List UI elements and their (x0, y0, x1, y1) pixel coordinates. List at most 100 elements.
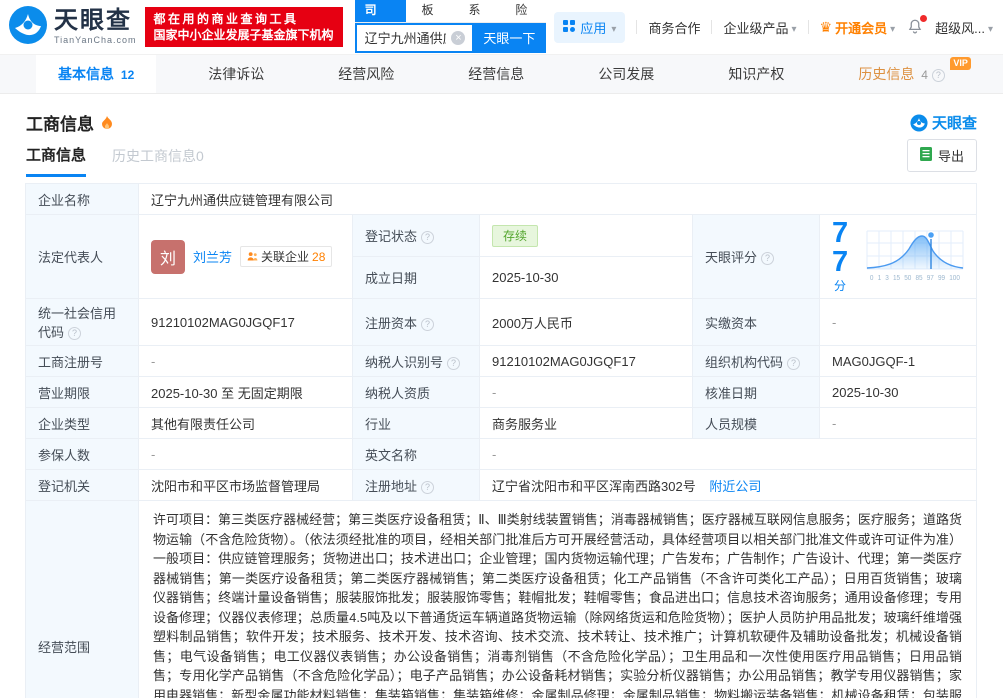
tab-intellectual-property[interactable]: 知识产权 (706, 55, 806, 93)
help-icon[interactable] (421, 480, 435, 494)
hot-flame-icon (101, 115, 113, 130)
search-tab-risk[interactable]: 查风险 (515, 0, 546, 22)
help-icon[interactable] (447, 356, 461, 370)
search-tab-boss[interactable]: 查老板 (422, 0, 453, 22)
table-row: 统一社会信用代码 91210102MAG0JGQF17 注册资本 2000万人民… (25, 298, 977, 346)
tab-count: 12 (120, 68, 135, 82)
export-button[interactable]: 导出 (906, 139, 977, 172)
help-icon[interactable] (421, 231, 435, 244)
chevron-down-icon (988, 20, 993, 35)
taxpayer-quality-label: 纳税人资质 (352, 376, 480, 408)
reg-address-value: 辽宁省沈阳市和平区浑南西路302号 (492, 478, 696, 494)
business-term-label: 营业期限 (25, 376, 139, 408)
paid-capital-value: - (819, 298, 977, 346)
open-vip-menu[interactable]: 开通会员 (820, 18, 896, 37)
insured-count-label: 参保人数 (25, 438, 139, 470)
score-value: 77 (832, 217, 849, 278)
reg-address-cell: 辽宁省沈阳市和平区浑南西路302号 附近公司 (479, 469, 977, 501)
tab-business-info[interactable]: 经营信息 (446, 55, 546, 93)
business-scope-label: 经营范围 (25, 500, 139, 698)
table-row: 营业期限 2025-10-30 至 无固定期限 纳税人资质 - 核准日期 202… (25, 376, 977, 408)
vip-badge: VIP (950, 57, 971, 70)
tab-legal-proceedings[interactable]: 法律诉讼 (186, 55, 286, 93)
est-date-label: 成立日期 (352, 256, 480, 299)
approval-date-label: 核准日期 (692, 376, 820, 408)
tianyancha-logo-icon (8, 5, 48, 50)
super-risk-menu[interactable]: 超级风... (935, 18, 993, 37)
credit-code-value: 91210102MAG0JGQF17 (138, 298, 353, 346)
legal-rep-cell: 刘 刘兰芳 关联企业 28 (138, 214, 353, 299)
notification-dot (920, 15, 928, 22)
section-header: 工商信息 天眼查 (0, 94, 1003, 135)
staff-size-value: - (819, 407, 977, 439)
company-name-label: 企业名称 (25, 183, 139, 215)
table-row: 工商注册号 - 纳税人识别号 91210102MAG0JGQF17 组织机构代码… (25, 345, 977, 377)
taxpayer-id-value: 91210102MAG0JGQF17 (479, 345, 693, 377)
brand-slogan: 都在用的商业查询工具 国家中小企业发展子基金旗下机构 (144, 7, 343, 47)
reg-status-label: 登记状态 (352, 214, 480, 257)
help-icon[interactable] (761, 252, 775, 265)
legal-rep-avatar[interactable]: 刘 (151, 239, 185, 274)
tab-count: 4 (921, 68, 928, 82)
reg-number-label: 工商注册号 (25, 345, 139, 377)
score-chart-ticks: 0 1 3 15 50 85 97 99 100 (869, 275, 960, 282)
est-date-value: 2025-10-30 (479, 256, 693, 299)
tianyan-score-cell[interactable]: 77分 0 1 3 15 50 85 97 99 100 (819, 214, 977, 299)
help-icon[interactable] (931, 69, 945, 82)
industry-value: 商务服务业 (479, 407, 693, 439)
tab-company-development[interactable]: 公司发展 (576, 55, 676, 93)
business-info-table: 企业名称 辽宁九州通供应链管理有限公司 法定代表人 刘 刘兰芳 关联企业 28 … (25, 183, 977, 698)
enterprise-products-menu[interactable]: 企业级产品 (723, 18, 796, 37)
tianyancha-logo[interactable]: 天眼查 TianYanCha.com (8, 5, 137, 50)
chevron-down-icon (791, 20, 796, 35)
search-tabs: 查公司 查老板 查关系 查风险 (354, 0, 547, 23)
tab-history-info[interactable]: 历史信息 4 VIP (836, 55, 971, 93)
search-button[interactable]: 天眼一下 (472, 22, 547, 53)
subtab-business-registration[interactable]: 工商信息 (26, 144, 87, 177)
table-row: 企业名称 辽宁九州通供应链管理有限公司 (25, 183, 977, 215)
reg-capital-label: 注册资本 (352, 298, 480, 346)
score-marker (926, 230, 935, 240)
crown-icon (820, 19, 833, 36)
business-cooperation-link[interactable]: 商务合作 (648, 18, 700, 37)
apps-menu[interactable]: 应用 (554, 11, 626, 43)
related-companies-badge[interactable]: 关联企业 28 (240, 246, 333, 267)
paid-capital-label: 实缴资本 (692, 298, 820, 346)
credit-code-label: 统一社会信用代码 (25, 298, 139, 346)
table-row: 参保人数 - 英文名称 - (25, 438, 977, 470)
notification-bell-icon[interactable] (906, 15, 928, 36)
nearby-companies-link[interactable]: 附近公司 (709, 479, 761, 494)
insured-count-value: - (138, 438, 353, 470)
company-type-label: 企业类型 (25, 407, 139, 439)
help-icon[interactable] (421, 317, 435, 331)
company-nav-tabs: 基本信息 12 法律诉讼 经营风险 经营信息 公司发展 知识产权 历史信息 4 … (0, 54, 1003, 94)
company-type-value: 其他有限责任公司 (138, 407, 353, 439)
industry-label: 行业 (352, 407, 480, 439)
score-unit: 分 (834, 279, 847, 293)
help-icon[interactable] (787, 356, 801, 370)
slogan-line1: 都在用的商业查询工具 (153, 12, 299, 26)
reg-authority-label: 登记机关 (25, 469, 139, 501)
tianyancha-watermark: 天眼查 (910, 112, 977, 133)
header-menu: 应用 商务合作 企业级产品 开通会员 超级风... (554, 11, 993, 43)
search-tab-relation[interactable]: 查关系 (468, 0, 499, 22)
help-icon[interactable] (68, 327, 82, 340)
table-row: 经营范围 许可项目：第三类医疗器械经营；第三类医疗设备租赁；Ⅱ、Ⅲ类射线装置销售… (25, 500, 977, 698)
slogan-line2: 国家中小企业发展子基金旗下机构 (153, 28, 334, 42)
legal-rep-name-link[interactable]: 刘兰芳 (193, 247, 232, 266)
tab-operating-risk[interactable]: 经营风险 (316, 55, 416, 93)
english-name-value: - (479, 438, 977, 470)
chevron-down-icon (890, 20, 895, 35)
reg-status-cell: 存续 (479, 214, 693, 257)
clear-search-icon[interactable] (451, 30, 466, 45)
search-tab-company[interactable]: 查公司 (354, 0, 406, 22)
reg-number-value: - (138, 345, 353, 377)
taxpayer-quality-value: - (479, 376, 693, 408)
reg-address-label: 注册地址 (352, 469, 480, 501)
tab-basic-info[interactable]: 基本信息 12 (36, 55, 157, 93)
search-area: 查公司 查老板 查关系 查风险 天眼一下 (354, 0, 547, 53)
people-icon (247, 252, 258, 261)
staff-size-label: 人员规模 (692, 407, 820, 439)
watermark-text: 天眼查 (931, 115, 977, 132)
subtab-history-registration[interactable]: 历史工商信息0 (112, 146, 204, 177)
